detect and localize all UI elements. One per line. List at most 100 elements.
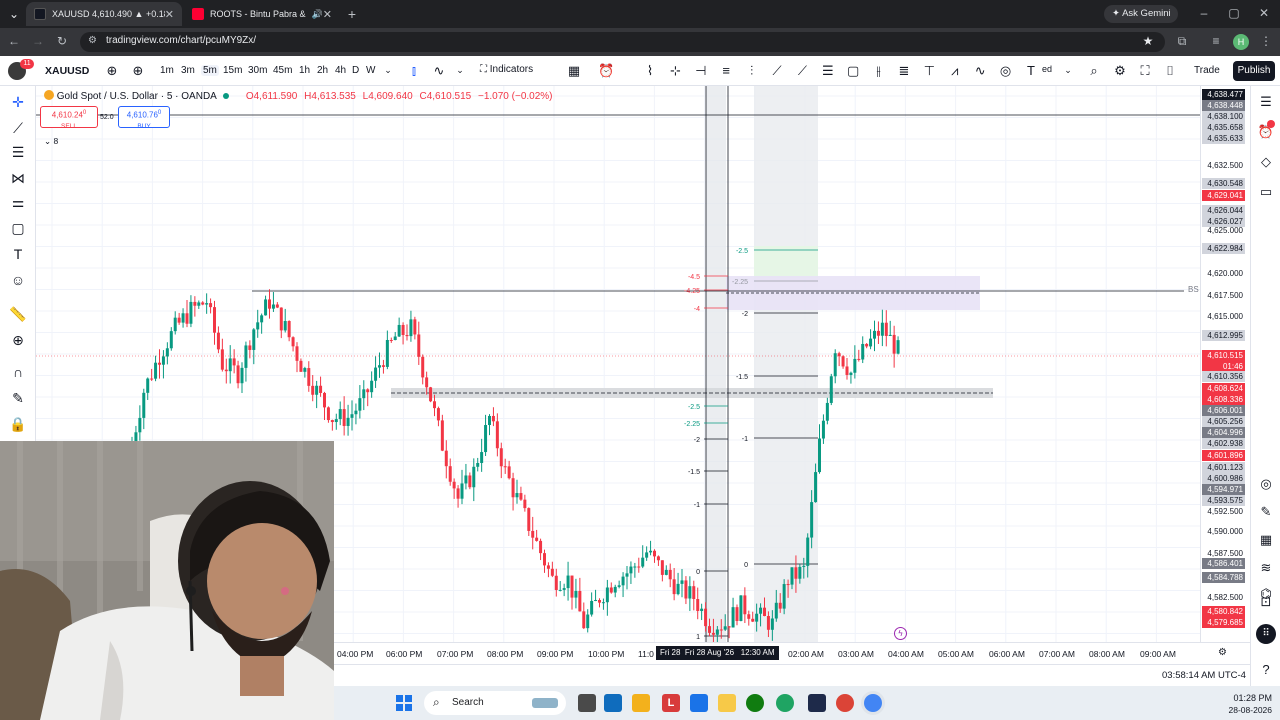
app-l-icon[interactable]: L (662, 694, 680, 712)
reading-list-icon[interactable]: ≡ (1208, 34, 1224, 48)
time-axis[interactable]: Fri 28 Fri 28 Aug '26 12:30 AM ⚙ 04:00 P… (334, 642, 1250, 664)
line-chart-icon[interactable]: ∿ (431, 63, 447, 79)
target-icon[interactable]: ◎ (1257, 476, 1275, 492)
watchlist-icon[interactable]: ☰ (1257, 94, 1275, 110)
indicators-button[interactable]: ⛶ Indicators (480, 64, 533, 75)
shape-icon[interactable]: ▢ (9, 220, 27, 237)
fib-retracement-icon[interactable]: ☰ (820, 63, 836, 79)
trend-line-icon[interactable]: ⟋ (769, 63, 785, 79)
parallel-channel-icon[interactable]: ≡ (718, 63, 734, 78)
chart-icon[interactable]: ⊡ (1257, 594, 1275, 610)
menu-icon[interactable]: ⋮ (1258, 34, 1274, 48)
store-icon[interactable] (632, 694, 650, 712)
edge-icon[interactable] (776, 694, 794, 712)
compare-icon[interactable]: ⊕ (104, 63, 120, 79)
pitchfork-icon[interactable]: ⌇ (642, 63, 658, 79)
taskbar-date[interactable]: 28-08-2026 (1214, 705, 1272, 715)
timeframe-45m[interactable]: 45m (273, 65, 292, 76)
fib-icon[interactable]: ☰ (9, 144, 27, 161)
vertical-line-icon[interactable]: ⫲ (871, 63, 887, 79)
circle-icon[interactable]: ◎ (998, 63, 1014, 79)
tab-roots[interactable]: ROOTS - Bintu Pabra & KP 🔊 ✕ (184, 2, 340, 26)
legend-title[interactable]: Gold Spot / U.S. Dollar · 5 · OANDA (57, 91, 217, 102)
crosshair-line-icon[interactable]: ⊹ (667, 63, 683, 79)
chevron-down-icon[interactable]: ⌄ (380, 65, 396, 76)
timeframe-d[interactable]: D (352, 65, 359, 76)
indicator-collapse-toggle[interactable]: ⌄ 8 (44, 136, 58, 147)
crosshair-icon[interactable]: ✛ (9, 94, 27, 111)
apps-grid-icon[interactable]: ⠿ (1256, 624, 1276, 644)
timeframe-2h[interactable]: 2h (317, 65, 328, 76)
taskbar-time[interactable]: 01:28 PM (1222, 693, 1272, 703)
pen-icon[interactable]: ✎ (1257, 504, 1275, 520)
forward-icon[interactable]: → (30, 34, 46, 48)
speaker-icon[interactable]: 🔊 (312, 9, 323, 20)
timeframe-3m[interactable]: 3m (181, 65, 195, 76)
text-tool-icon[interactable]: T (1023, 63, 1039, 78)
camera-icon[interactable]: ⌷ (1162, 63, 1178, 79)
chevron-down-icon[interactable]: ⌄ (1060, 65, 1076, 76)
extensions-icon[interactable]: ⧉ (1174, 34, 1190, 49)
calendar-icon[interactable]: ▦ (1257, 532, 1275, 548)
add-symbol-icon[interactable]: ⊕ (130, 63, 146, 79)
file-explorer-icon[interactable] (718, 694, 736, 712)
extended-line-icon[interactable]: ⟋ (794, 63, 810, 79)
settings-icon[interactable]: ⚙ (1112, 63, 1128, 79)
chevron-down-icon[interactable]: ⌄ (452, 65, 468, 76)
help-icon[interactable]: ? (1257, 662, 1275, 677)
path-icon[interactable]: ⩘ (947, 63, 963, 79)
bookmark-star-icon[interactable]: ★ (1140, 34, 1156, 48)
windows-start-icon[interactable] (396, 695, 412, 711)
clock-timezone[interactable]: 03:58:14 AM UTC-4 (1162, 670, 1246, 681)
timeframe-15m[interactable]: 15m (223, 65, 242, 76)
chat-icon[interactable]: ▭ (1257, 184, 1275, 200)
zoom-icon[interactable]: ⌕ (1086, 63, 1102, 79)
trend-line-icon[interactable]: ⟋ (9, 120, 27, 137)
zoom-in-icon[interactable]: ⊕ (9, 332, 27, 349)
templates-icon[interactable]: ▦ (566, 63, 582, 79)
sell-button[interactable]: 4,610.240 SELL (40, 106, 98, 130)
price-axis[interactable]: 4,638.477 4,638.448 4,638.100 4,635.658 4,63… (1200, 86, 1250, 642)
taskbar-search[interactable]: ⌕ Search (424, 691, 566, 715)
ruler-icon[interactable]: 📏 (9, 306, 27, 323)
ray-icon[interactable]: ⊣ (693, 63, 709, 79)
fullscreen-icon[interactable]: ⛶ (1137, 63, 1153, 79)
prediction-icon[interactable]: ⚌ (9, 194, 27, 211)
vpn-icon[interactable] (690, 694, 708, 712)
chrome-icon[interactable] (836, 694, 854, 712)
tab-list-icon[interactable]: ⌄ (6, 7, 22, 21)
pencil-icon[interactable]: ✎ (9, 390, 27, 407)
timeframe-w[interactable]: W (366, 65, 375, 76)
emoji-icon[interactable]: ☺ (9, 272, 27, 288)
timeframe-5m[interactable]: 5m (201, 65, 219, 76)
ask-gemini-button[interactable]: ✦ Ask Gemini (1104, 5, 1178, 23)
lightning-icon[interactable]: ϟ (894, 627, 907, 640)
new-tab-icon[interactable]: + (344, 6, 360, 22)
magnet-icon[interactable]: ∩ (9, 364, 27, 380)
acrobat-icon[interactable] (808, 694, 826, 712)
xbox-icon[interactable] (746, 694, 764, 712)
curve-icon[interactable]: ∿ (972, 63, 988, 79)
symbol-search[interactable]: XAUUSD (38, 61, 98, 81)
publish-button[interactable]: Publish (1233, 61, 1275, 81)
candle-type-icon[interactable]: ⫾ (406, 63, 422, 79)
chrome-active-icon[interactable] (864, 694, 882, 712)
lock-icon[interactable]: 🔒 (9, 416, 27, 433)
close-window-icon[interactable]: ✕ (1256, 6, 1272, 20)
timeframe-30m[interactable]: 30m (248, 65, 267, 76)
site-info-icon[interactable]: ⚙ (88, 35, 97, 46)
buy-button[interactable]: 4,610.760 BUY (118, 106, 170, 130)
layers-icon[interactable]: ◇ (1257, 154, 1275, 170)
reload-icon[interactable]: ↻ (54, 34, 70, 48)
horizontal-lines-icon[interactable]: ≣ (896, 63, 912, 79)
alert-icon[interactable]: ⏰ (598, 63, 614, 79)
text-icon[interactable]: T (9, 246, 27, 262)
pattern-icon[interactable]: ⋈ (9, 170, 27, 187)
close-icon[interactable]: ✕ (165, 8, 174, 21)
trade-button[interactable]: Trade (1194, 65, 1220, 76)
timeframe-1m[interactable]: 1m (160, 65, 174, 76)
rectangle-icon[interactable]: ▢ (845, 63, 861, 79)
maximize-icon[interactable]: ▢ (1226, 6, 1242, 20)
axis-settings-icon[interactable]: ⚙ (1218, 647, 1227, 658)
long-position-icon[interactable]: ⊤ (921, 63, 937, 79)
